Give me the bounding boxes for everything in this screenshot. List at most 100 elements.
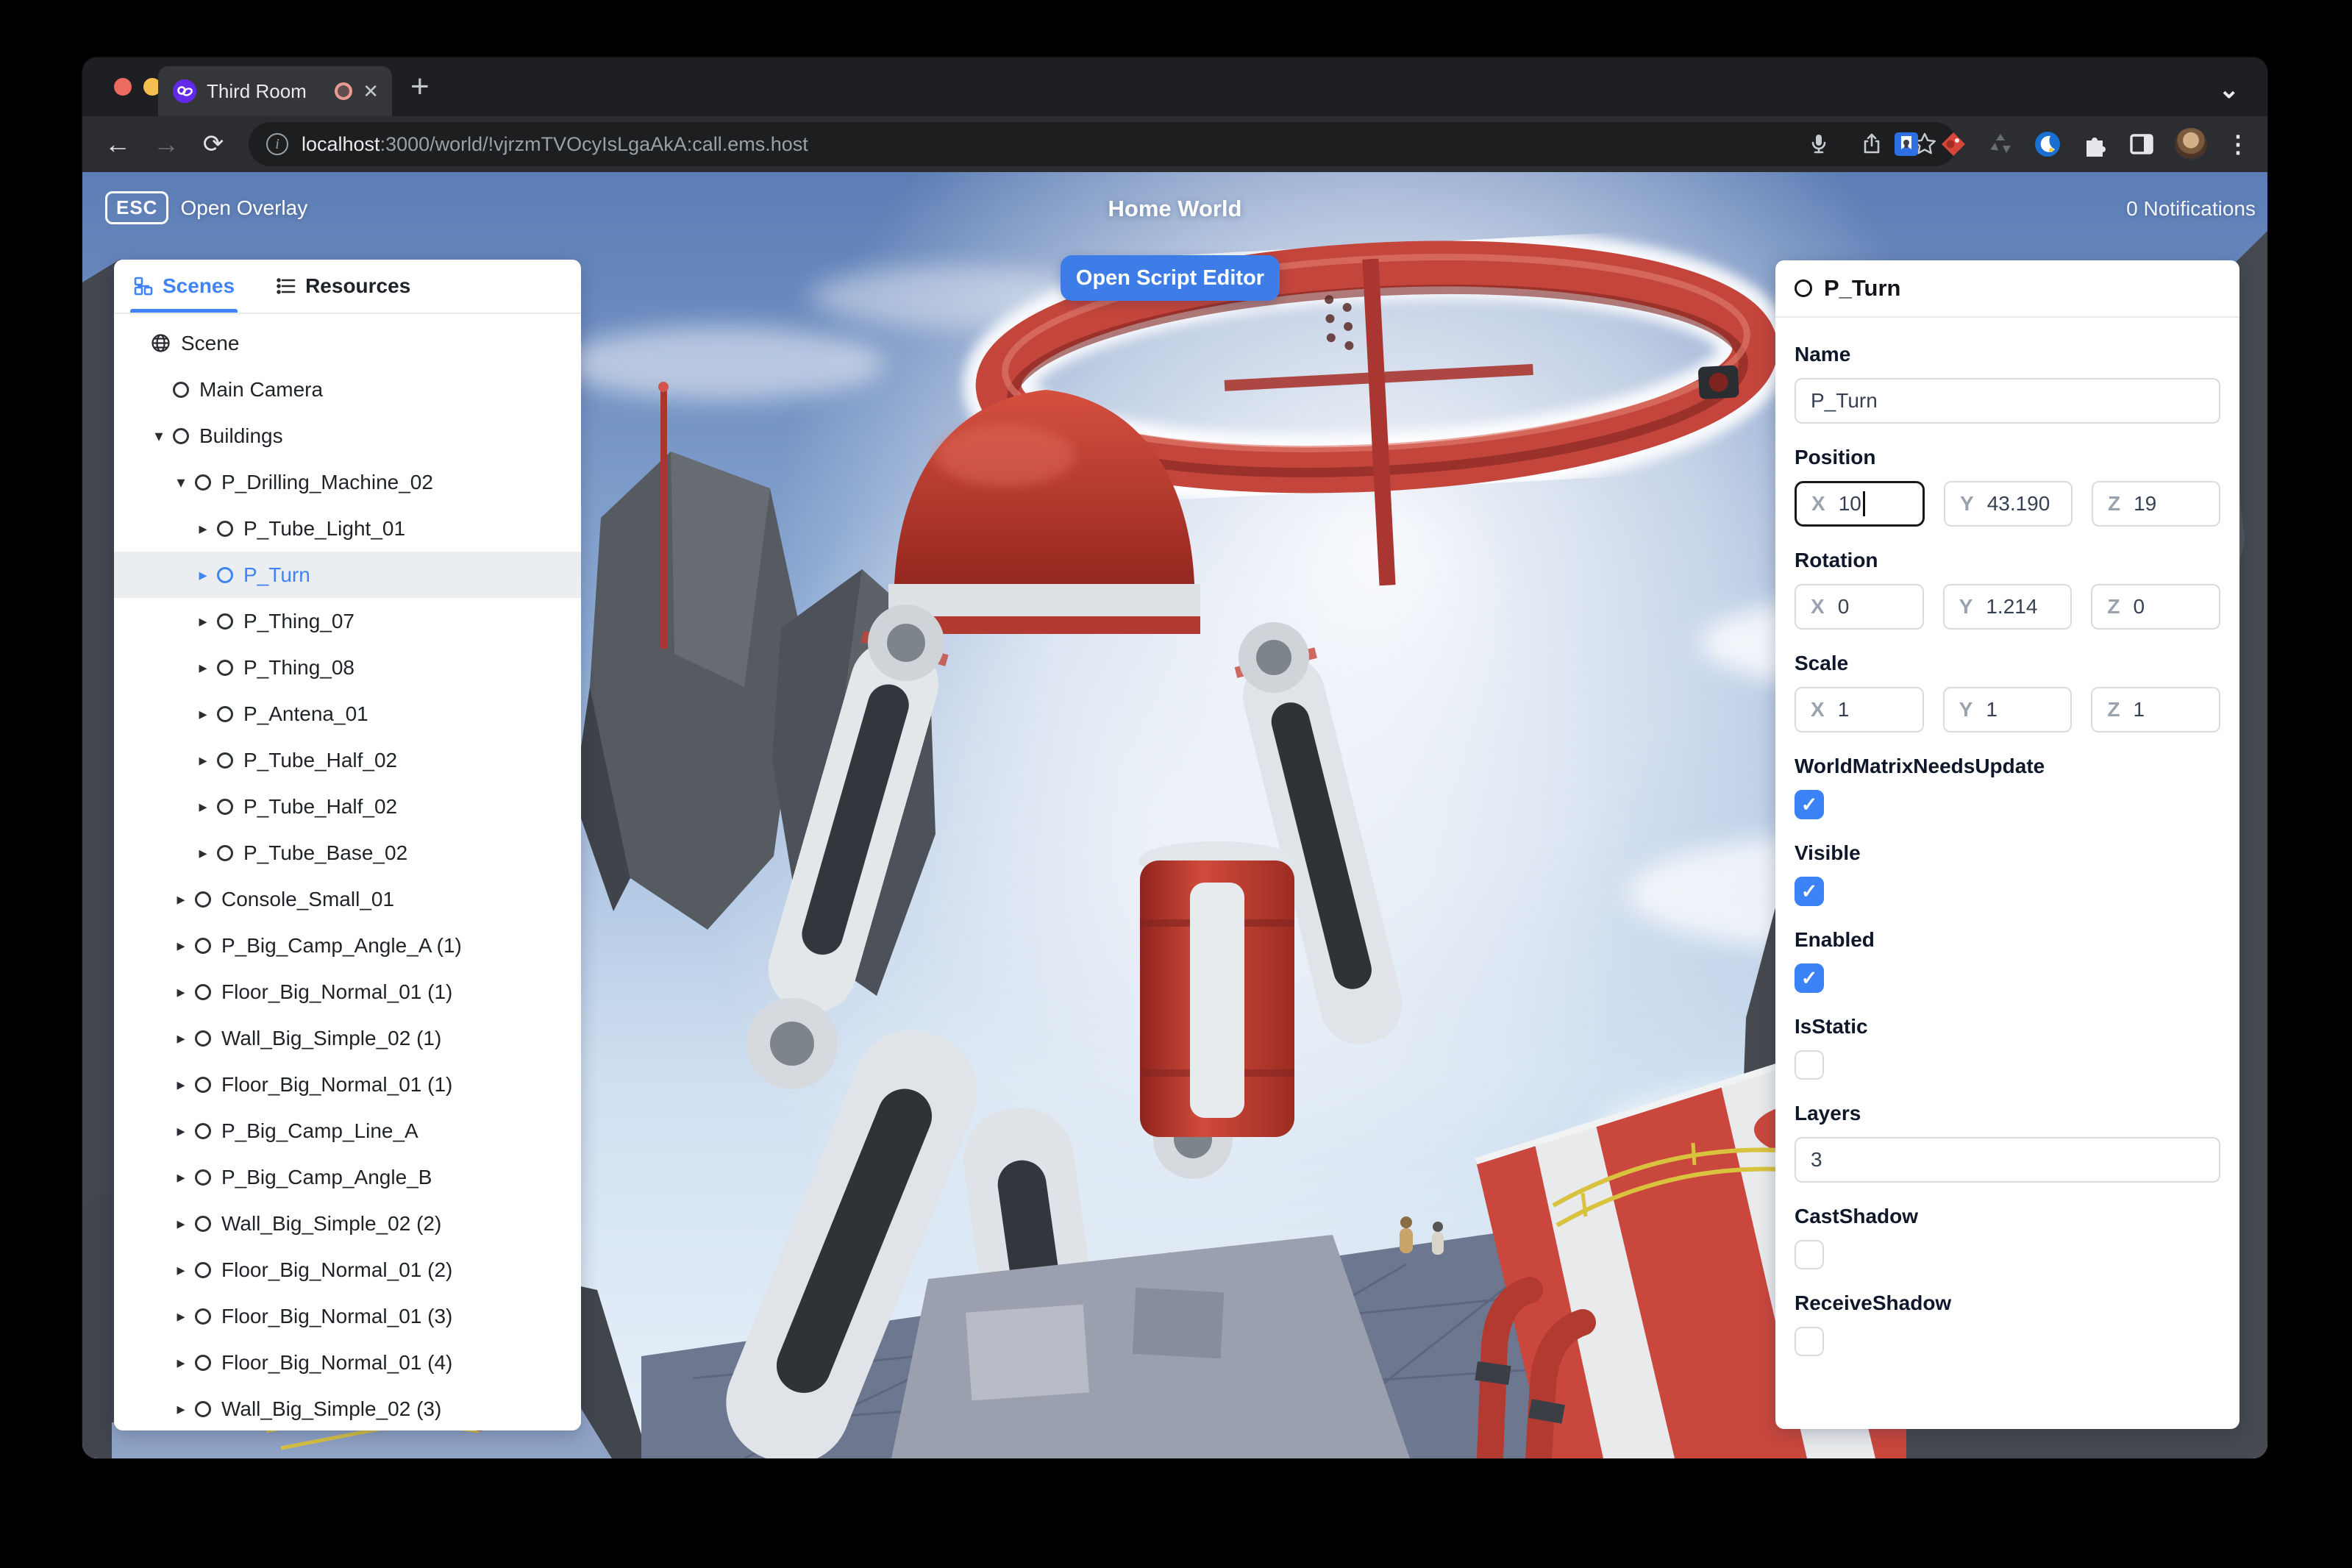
- open-script-editor-button[interactable]: Open Script Editor: [1061, 255, 1280, 301]
- tree-node-floor-big-normal-01-1[interactable]: ▸ Floor_Big_Normal_01 (1): [114, 969, 581, 1015]
- tree-node-p-tube-half-02[interactable]: ▸ P_Tube_Half_02: [114, 737, 581, 783]
- disclosure-closed-icon[interactable]: ▸: [192, 751, 214, 770]
- tree-node-scene[interactable]: Scene: [114, 320, 581, 366]
- tree-node-wall-big-simple-02-1[interactable]: ▸ Wall_Big_Simple_02 (1): [114, 1015, 581, 1061]
- share-icon[interactable]: [1858, 130, 1886, 158]
- is-static-checkbox[interactable]: [1795, 1050, 1824, 1080]
- red-extension-icon[interactable]: [1939, 130, 1967, 158]
- tab-resources[interactable]: Resources: [276, 260, 410, 313]
- disclosure-closed-icon[interactable]: ▸: [192, 658, 214, 677]
- tree-node-floor-big-normal-01-4[interactable]: ▸ Floor_Big_Normal_01 (4): [114, 1339, 581, 1386]
- tree-node-label: Floor_Big_Normal_01 (1): [221, 1072, 453, 1096]
- disclosure-closed-icon[interactable]: ▸: [170, 1400, 192, 1419]
- disclosure-closed-icon[interactable]: ▸: [170, 1075, 192, 1094]
- tree-node-p-tube-base-02[interactable]: ▸ P_Tube_Base_02: [114, 830, 581, 876]
- axis-letter: X: [1811, 595, 1825, 618]
- back-button[interactable]: ←: [99, 125, 137, 163]
- scale-x-field[interactable]: X1: [1795, 687, 1924, 733]
- url-text[interactable]: localhost:3000/world/!vjrzmTVOcyIsLgaAkA…: [302, 133, 1805, 156]
- rotation-z-field[interactable]: Z0: [2091, 584, 2221, 630]
- disclosure-closed-icon[interactable]: ▸: [192, 797, 214, 816]
- tree-node-p-thing-07[interactable]: ▸ P_Thing_07: [114, 598, 581, 644]
- tree-node-floor-big-normal-01-1[interactable]: ▸ Floor_Big_Normal_01 (1): [114, 1061, 581, 1108]
- disclosure-closed-icon[interactable]: ▸: [170, 1261, 192, 1280]
- notifications-status[interactable]: 0 Notifications: [2126, 197, 2256, 221]
- address-bar[interactable]: i localhost:3000/world/!vjrzmTVOcyIsLgaA…: [249, 122, 1956, 166]
- disclosure-closed-icon[interactable]: ▸: [170, 1307, 192, 1326]
- tree-node-p-antena-01[interactable]: ▸ P_Antena_01: [114, 691, 581, 737]
- disclosure-closed-icon[interactable]: ▸: [170, 1214, 192, 1233]
- tree-node-buildings[interactable]: ▾ Buildings: [114, 413, 581, 459]
- tree-node-p-turn[interactable]: ▸ P_Turn: [114, 552, 581, 598]
- disclosure-closed-icon[interactable]: ▸: [170, 1168, 192, 1187]
- position-x-field[interactable]: X 10: [1795, 481, 1925, 527]
- site-info-icon[interactable]: i: [266, 133, 288, 155]
- disclosure-closed-icon[interactable]: ▸: [170, 1122, 192, 1141]
- scale-y-field[interactable]: Y1: [1942, 687, 2073, 733]
- disclosure-closed-icon[interactable]: ▸: [192, 612, 214, 631]
- cast-shadow-checkbox[interactable]: [1795, 1240, 1824, 1269]
- world-matrix-needs-update-label: WorldMatrixNeedsUpdate: [1795, 755, 2045, 777]
- extensions-puzzle-icon[interactable]: [2081, 130, 2109, 158]
- visible-checkbox[interactable]: ✓: [1795, 877, 1824, 906]
- tree-node-p-thing-08[interactable]: ▸ P_Thing_08: [114, 644, 581, 691]
- tree-node-label: P_Turn: [243, 563, 310, 586]
- is-static-label: IsStatic: [1795, 1015, 1868, 1038]
- world-matrix-needs-update-checkbox[interactable]: ✓: [1795, 790, 1824, 819]
- scale-z-field[interactable]: Z1: [2091, 687, 2221, 733]
- layers-field[interactable]: 3: [1795, 1137, 2220, 1183]
- list-icon: [277, 278, 296, 294]
- new-tab-button[interactable]: +: [410, 71, 430, 103]
- disclosure-closed-icon[interactable]: ▸: [192, 705, 214, 724]
- disclosure-open-icon[interactable]: ▾: [170, 473, 192, 492]
- tree-node-p-big-camp-angle-a-1[interactable]: ▸ P_Big_Camp_Angle_A (1): [114, 922, 581, 969]
- disclosure-closed-icon[interactable]: ▸: [170, 1029, 192, 1048]
- tree-node-p-big-camp-angle-b[interactable]: ▸ P_Big_Camp_Angle_B: [114, 1154, 581, 1200]
- recycle-extension-icon[interactable]: [1986, 130, 2014, 158]
- tab-scenes[interactable]: Scenes: [129, 260, 238, 313]
- disclosure-closed-icon[interactable]: ▸: [170, 890, 192, 909]
- name-field[interactable]: P_Turn: [1795, 378, 2220, 424]
- password-manager-extension-icon[interactable]: [1892, 130, 1920, 158]
- scale-y-value: 1: [1986, 698, 1998, 721]
- node-circle-icon: [195, 1215, 211, 1232]
- tree-node-floor-big-normal-01-3[interactable]: ▸ Floor_Big_Normal_01 (3): [114, 1293, 581, 1339]
- rotation-x-field[interactable]: X0: [1795, 584, 1924, 630]
- tree-node-p-tube-half-02[interactable]: ▸ P_Tube_Half_02: [114, 783, 581, 830]
- tree-node-main-camera[interactable]: Main Camera: [114, 366, 581, 413]
- reload-button[interactable]: ⟳: [194, 125, 232, 163]
- scale-label: Scale: [1795, 652, 1849, 674]
- tree-node-label: Wall_Big_Simple_02 (3): [221, 1397, 442, 1420]
- disclosure-closed-icon[interactable]: ▸: [170, 1353, 192, 1372]
- disclosure-closed-icon[interactable]: ▸: [170, 936, 192, 955]
- node-circle-icon: [195, 937, 211, 954]
- receive-shadow-checkbox[interactable]: [1795, 1327, 1824, 1356]
- enabled-checkbox[interactable]: ✓: [1795, 963, 1824, 993]
- tree-node-p-big-camp-line-a[interactable]: ▸ P_Big_Camp_Line_A: [114, 1108, 581, 1154]
- tree-node-label: P_Big_Camp_Angle_A (1): [221, 933, 462, 957]
- tab-search-chevron-icon[interactable]: ⌄: [2219, 75, 2240, 104]
- disclosure-closed-icon[interactable]: ▸: [192, 519, 214, 538]
- tree-node-floor-big-normal-01-2[interactable]: ▸ Floor_Big_Normal_01 (2): [114, 1247, 581, 1293]
- position-y-field[interactable]: Y 43.190: [1944, 481, 2073, 527]
- microphone-icon[interactable]: [1805, 130, 1833, 158]
- disclosure-closed-icon[interactable]: ▸: [192, 844, 214, 863]
- position-z-field[interactable]: Z 19: [2092, 481, 2220, 527]
- moon-extension-icon[interactable]: [2034, 130, 2061, 158]
- rotation-y-field[interactable]: Y 1.214: [1942, 584, 2073, 630]
- disclosure-closed-icon[interactable]: ▸: [170, 983, 192, 1002]
- tree-node-console-small-01[interactable]: ▸ Console_Small_01: [114, 876, 581, 922]
- side-panel-icon[interactable]: [2128, 130, 2156, 158]
- disclosure-closed-icon[interactable]: ▸: [192, 566, 214, 585]
- tree-node-wall-big-simple-02-3[interactable]: ▸ Wall_Big_Simple_02 (3): [114, 1386, 581, 1430]
- tree-node-wall-big-simple-02-2[interactable]: ▸ Wall_Big_Simple_02 (2): [114, 1200, 581, 1247]
- tab-close-icon[interactable]: ✕: [363, 82, 379, 101]
- world-viewport[interactable]: ESC Open Overlay Home World 0 Notificati…: [82, 172, 2267, 1458]
- tree-node-p-tube-light-01[interactable]: ▸ P_Tube_Light_01: [114, 505, 581, 552]
- tree-node-p-drilling-machine-02[interactable]: ▾ P_Drilling_Machine_02: [114, 459, 581, 505]
- profile-avatar[interactable]: [2175, 128, 2207, 160]
- browser-menu-icon[interactable]: ⋮: [2226, 130, 2250, 158]
- browser-tab[interactable]: Third Room ✕: [158, 66, 392, 116]
- disclosure-open-icon[interactable]: ▾: [148, 427, 170, 446]
- close-window-button[interactable]: [114, 78, 132, 96]
